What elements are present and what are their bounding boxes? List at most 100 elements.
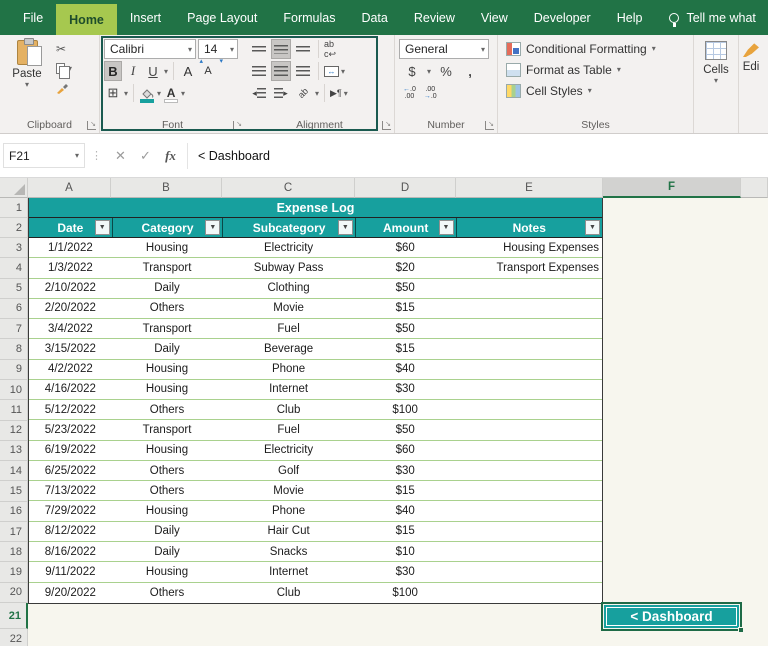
row-header-10[interactable]: 10	[0, 379, 28, 401]
tab-review[interactable]: Review	[401, 0, 468, 35]
comma-style-button[interactable]: ,	[461, 61, 479, 81]
column-header-partial[interactable]	[741, 178, 768, 198]
row-header-21[interactable]: 21	[0, 603, 28, 630]
decrease-font-size-button[interactable]: A	[199, 57, 223, 81]
cell[interactable]: 7/13/2022	[29, 481, 112, 500]
row-header-12[interactable]: 12	[0, 420, 28, 441]
cell[interactable]: Subway Pass	[222, 258, 355, 277]
cell[interactable]: 1/3/2022	[29, 258, 112, 277]
cell[interactable]: 3/4/2022	[29, 319, 112, 338]
cell[interactable]: $50	[355, 279, 456, 298]
filter-dropdown-icon[interactable]: ▼	[337, 220, 353, 235]
cell[interactable]: Housing	[112, 501, 223, 520]
cell[interactable]: 3/15/2022	[29, 339, 112, 358]
row-header-6[interactable]: 6	[0, 298, 28, 320]
cell[interactable]	[455, 441, 602, 460]
cell[interactable]: Hair Cut	[222, 522, 355, 541]
italic-button[interactable]: I	[124, 61, 142, 81]
cell[interactable]: 2/20/2022	[29, 299, 112, 318]
cell[interactable]: 5/23/2022	[29, 420, 112, 439]
filter-dropdown-icon[interactable]: ▼	[438, 220, 454, 235]
row-header-8[interactable]: 8	[0, 339, 28, 360]
cell[interactable]: $30	[355, 461, 456, 480]
row-header-5[interactable]: 5	[0, 278, 28, 299]
row-header-4[interactable]: 4	[0, 258, 28, 279]
cell[interactable]: 8/12/2022	[29, 522, 112, 541]
orientation-dropdown-icon[interactable]: ▾	[315, 89, 319, 98]
cell[interactable]: Housing	[112, 238, 223, 257]
tab-home[interactable]: Home	[56, 4, 117, 35]
row-header-11[interactable]: 11	[0, 400, 28, 421]
number-format-combo[interactable]: General ▾	[399, 39, 489, 59]
cell[interactable]: 7/29/2022	[29, 501, 112, 520]
cell[interactable]: Daily	[112, 542, 223, 561]
cell[interactable]: Transport	[112, 258, 223, 277]
formula-input[interactable]: < Dashboard	[192, 149, 768, 163]
cell[interactable]: $50	[355, 319, 456, 338]
orientation-button[interactable]: ab	[293, 83, 313, 103]
row-header-22[interactable]: 22	[0, 629, 28, 646]
cell[interactable]: 8/16/2022	[29, 542, 112, 561]
cell[interactable]	[455, 461, 602, 480]
cell[interactable]: Housing	[112, 360, 223, 379]
cell[interactable]: $40	[355, 360, 456, 379]
cell[interactable]: Movie	[222, 481, 355, 500]
font-size-combo[interactable]: 14 ▾	[198, 39, 238, 59]
cell[interactable]	[455, 319, 602, 338]
cell[interactable]: $30	[355, 380, 456, 399]
tab-page-layout[interactable]: Page Layout	[174, 0, 270, 35]
increase-indent-button[interactable]: ▸	[271, 83, 291, 103]
cell[interactable]: Daily	[112, 339, 223, 358]
format-as-table-button[interactable]: Format as Table ▾	[502, 59, 689, 80]
column-header-A[interactable]: A	[28, 178, 111, 198]
select-all-corner[interactable]	[0, 178, 28, 198]
column-header-D[interactable]: D	[355, 178, 456, 198]
insert-function-button[interactable]: fx	[158, 148, 183, 164]
table-header-subcategory[interactable]: Subcategory ▼	[222, 218, 355, 237]
column-header-E[interactable]: E	[456, 178, 603, 198]
tab-formulas[interactable]: Formulas	[270, 0, 348, 35]
paste-button[interactable]: Paste ▾	[4, 38, 50, 95]
cell[interactable]: $100	[355, 400, 456, 419]
row-header-3[interactable]: 3	[0, 238, 28, 259]
cell[interactable]: 5/12/2022	[29, 400, 112, 419]
cell[interactable]	[455, 400, 602, 419]
cell[interactable]: Phone	[222, 501, 355, 520]
cell[interactable]: $15	[355, 299, 456, 318]
cell[interactable]: 4/2/2022	[29, 360, 112, 379]
underline-button[interactable]: U	[144, 61, 162, 81]
cell[interactable]: Beverage	[222, 339, 355, 358]
cell[interactable]: Housing	[112, 380, 223, 399]
cell[interactable]	[455, 583, 602, 603]
top-align-button[interactable]	[249, 39, 269, 59]
fill-handle[interactable]	[738, 627, 744, 633]
tab-help[interactable]: Help	[604, 0, 656, 35]
clipboard-dialog-launcher-icon[interactable]: ↘	[87, 121, 96, 130]
tell-me-search[interactable]: Tell me what	[655, 0, 756, 35]
cell[interactable]: Phone	[222, 360, 355, 379]
merge-center-dropdown-icon[interactable]: ▾	[341, 67, 345, 76]
cell[interactable]: Electricity	[222, 238, 355, 257]
cell[interactable]: Others	[112, 481, 223, 500]
name-box[interactable]: F21 ▾	[3, 143, 85, 168]
bottom-align-button[interactable]	[293, 39, 313, 59]
column-header-B[interactable]: B	[111, 178, 222, 198]
cell[interactable]	[455, 299, 602, 318]
cell[interactable]: Club	[222, 583, 355, 603]
cell[interactable]: Club	[222, 400, 355, 419]
cell-styles-button[interactable]: Cell Styles ▾	[502, 80, 689, 101]
cell[interactable]: Internet	[222, 562, 355, 581]
cell[interactable]: 9/20/2022	[29, 583, 112, 603]
cell[interactable]	[455, 420, 602, 439]
cell[interactable]	[455, 360, 602, 379]
decrease-decimal-button[interactable]: .00 →.0	[424, 86, 437, 100]
row-header-15[interactable]: 15	[0, 481, 28, 502]
cell[interactable]: 6/19/2022	[29, 441, 112, 460]
fill-color-dropdown-icon[interactable]: ▾	[157, 89, 161, 98]
font-name-combo[interactable]: Calibri ▾	[104, 39, 196, 59]
enter-entry-button[interactable]: ✓	[133, 148, 158, 164]
borders-dropdown-icon[interactable]: ▾	[124, 89, 128, 98]
cell[interactable]: $15	[355, 522, 456, 541]
cell[interactable]: $50	[355, 420, 456, 439]
cell[interactable]: 1/1/2022	[29, 238, 112, 257]
